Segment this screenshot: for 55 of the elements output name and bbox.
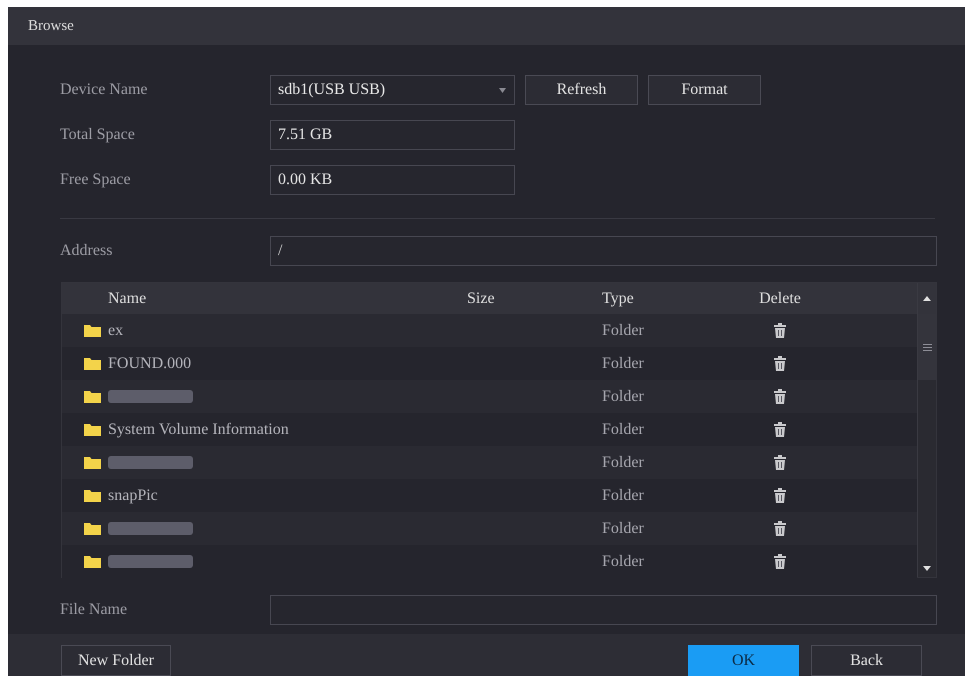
table-cell-text: Folder — [602, 486, 645, 506]
table-cell-text: ex — [108, 320, 124, 340]
table-cell-text: System Volume Information — [108, 420, 289, 440]
footer-button[interactable]: New Folder — [61, 645, 171, 676]
folder-icon — [84, 357, 101, 370]
trash-icon[interactable] — [774, 422, 786, 437]
column-header: Size — [466, 288, 496, 308]
grip-icon — [922, 344, 932, 350]
field-label: Address — [60, 241, 114, 261]
table-cell-text: Folder — [602, 420, 645, 440]
trash-icon[interactable] — [774, 389, 786, 404]
trash-icon[interactable] — [774, 356, 786, 371]
folder-icon — [84, 489, 101, 502]
field-label: Free Space — [60, 170, 132, 190]
table-cell-text: Folder — [602, 320, 645, 340]
address-field[interactable]: / — [270, 236, 937, 266]
file-name-field[interactable] — [270, 595, 937, 625]
table-cell-text: Folder — [602, 518, 645, 538]
scrollbar-track[interactable] — [917, 283, 936, 577]
free-space-field[interactable]: 0.00 KB — [270, 165, 515, 195]
folder-icon — [84, 324, 101, 337]
caret-icon — [499, 88, 506, 92]
device-select[interactable]: sdb1(USB USB) — [270, 75, 515, 105]
column-header: Type — [602, 288, 635, 308]
total-space-field[interactable]: 7.51 GB — [270, 120, 515, 150]
folder-icon — [84, 456, 101, 469]
trash-icon[interactable] — [774, 521, 786, 536]
table-cell-text: Folder — [602, 552, 645, 572]
footer-button[interactable]: Back — [811, 645, 922, 676]
scrollbar-thumb[interactable] — [918, 314, 936, 380]
toolbar-button[interactable]: Format — [648, 75, 761, 105]
column-header: Name — [107, 288, 148, 308]
folder-icon — [84, 555, 101, 568]
trash-icon[interactable] — [774, 455, 786, 470]
field-label: File Name — [60, 600, 128, 620]
arrow-up-icon — [923, 296, 931, 301]
trash-icon[interactable] — [774, 323, 786, 338]
trash-icon[interactable] — [774, 554, 786, 569]
table-cell-text: Folder — [602, 386, 645, 406]
scroll-up-button[interactable] — [918, 283, 936, 314]
table-cell-text: Folder — [602, 452, 645, 472]
arrow-down-icon — [923, 566, 931, 570]
table-cell-text: snapPic — [108, 486, 158, 506]
table-cell-text: Folder — [602, 354, 645, 374]
folder-icon — [84, 423, 101, 436]
footer-button[interactable]: OK — [688, 645, 799, 676]
toolbar-button[interactable]: Refresh — [525, 75, 638, 105]
field-label: Device Name — [60, 80, 149, 100]
column-header: Delete — [758, 288, 802, 308]
table-cell-text: FOUND.000 — [108, 354, 192, 374]
folder-icon — [84, 522, 101, 535]
folder-icon — [84, 390, 101, 403]
window-title: Browse — [28, 16, 74, 36]
field-label: Total Space — [60, 125, 136, 145]
trash-icon[interactable] — [774, 488, 786, 503]
